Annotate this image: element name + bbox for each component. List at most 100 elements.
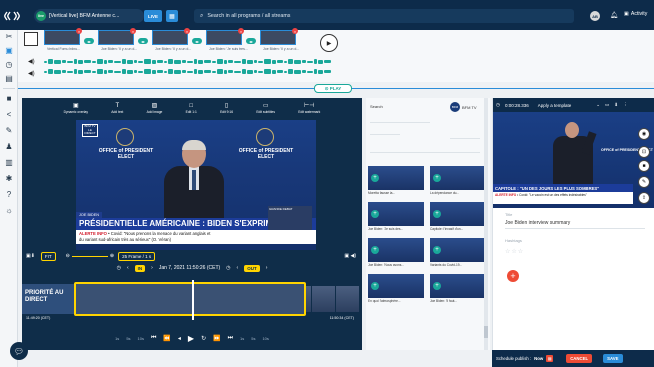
- edit-icon[interactable]: ✎: [4, 126, 14, 136]
- add-icon[interactable]: +: [433, 282, 441, 290]
- calendar-icon[interactable]: ▦: [166, 10, 178, 22]
- title-input[interactable]: Joe Biden interview summary: [505, 220, 570, 226]
- crop-icon[interactable]: ⊡: [638, 146, 650, 158]
- fps-select[interactable]: 25 Frame / 1 s: [118, 251, 156, 261]
- media-thumbnail[interactable]: + Joe Biden: 'Il faut...: [430, 274, 486, 303]
- media-thumbnail[interactable]: + Joe Biden: 'Je suis des...: [368, 202, 424, 231]
- out-button[interactable]: OUT: [244, 264, 260, 272]
- media-thumbnail[interactable]: + Moretta fausse la...: [368, 166, 424, 195]
- app-logo-icon[interactable]: [4, 8, 20, 24]
- volume-icon-2[interactable]: ◀︎): [28, 70, 35, 77]
- filter-field[interactable]: [370, 118, 430, 123]
- skip-to-start-icon[interactable]: ⏮: [151, 335, 156, 342]
- more-icon[interactable]: ⋮: [623, 102, 628, 108]
- add-icon[interactable]: +: [371, 210, 379, 218]
- bell-icon[interactable]: 🔔︎: [610, 11, 618, 19]
- gallery-icon[interactable]: ▤: [4, 74, 14, 84]
- transition-icon[interactable]: ◂▸: [84, 38, 94, 44]
- channel-filter[interactable]: BFM BFM TV: [450, 102, 477, 112]
- prev-icon-2[interactable]: ‹: [237, 265, 239, 271]
- help-icon[interactable]: ?: [4, 190, 14, 200]
- tool-edit-subtitles[interactable]: ▭ Edit subtitles: [256, 103, 275, 114]
- tool-edit-9-16[interactable]: ▯ Edit 9:16: [220, 103, 233, 114]
- transition-icon[interactable]: ◂▸: [192, 38, 202, 44]
- filter-field[interactable]: [450, 134, 480, 139]
- activity-button[interactable]: ▣ Activity: [624, 11, 647, 17]
- fast-forward-icon[interactable]: ⏩: [213, 335, 220, 342]
- skip-to-end-icon[interactable]: ⏭: [228, 335, 233, 342]
- loop-icon[interactable]: ↻: [201, 335, 206, 342]
- live-button[interactable]: LIVE: [144, 10, 162, 22]
- clock-icon[interactable]: ◷: [117, 265, 121, 271]
- clip-thumbnail[interactable]: × Joe Biden: 'Il y a un d...: [260, 28, 299, 51]
- add-icon[interactable]: +: [433, 246, 441, 254]
- close-icon[interactable]: ×: [292, 28, 298, 34]
- puzzle-icon[interactable]: ✱: [4, 174, 14, 184]
- close-icon[interactable]: ×: [238, 28, 244, 34]
- next-icon-2[interactable]: ›: [266, 265, 268, 271]
- volume-icon[interactable]: ▣ ◀︎): [344, 253, 356, 259]
- add-icon[interactable]: +: [371, 246, 379, 254]
- prev-icon[interactable]: ‹: [127, 265, 129, 271]
- edit-icon[interactable]: ✎: [638, 176, 650, 188]
- step-back-1s[interactable]: 10s: [138, 336, 144, 341]
- clip-thumbnail[interactable]: × Vertical Fomu lrdnu...: [44, 28, 82, 51]
- media-thumbnail[interactable]: + En quoi l'atmosphère...: [368, 274, 424, 303]
- add-icon[interactable]: +: [507, 270, 519, 282]
- volume-icon[interactable]: ◀︎): [28, 58, 35, 65]
- stop-icon[interactable]: ■: [638, 160, 650, 172]
- close-icon[interactable]: ×: [130, 28, 136, 34]
- scrollbar-thumb[interactable]: [484, 326, 488, 338]
- clips-icon[interactable]: ▣: [4, 46, 14, 56]
- selection-range[interactable]: [74, 282, 306, 316]
- add-icon[interactable]: +: [371, 282, 379, 290]
- video-preview[interactable]: BFM TV LE DIRECT OFFICE of PRESIDENT ELE…: [76, 120, 316, 250]
- close-icon[interactable]: ×: [76, 28, 82, 34]
- step-back-10s[interactable]: 1s: [115, 336, 119, 341]
- snapshot-icon[interactable]: ▣⬇: [26, 253, 35, 259]
- avatar[interactable]: AB: [590, 11, 600, 21]
- video-icon[interactable]: ■: [4, 94, 14, 104]
- output-preview[interactable]: OFFICE of PRESIDENT ELECT CAPITOLE : "UN…: [493, 112, 654, 208]
- download-icon[interactable]: ⬇: [614, 102, 618, 108]
- template-select[interactable]: Apply a template: [538, 103, 572, 108]
- clock-icon[interactable]: ◷: [4, 60, 14, 70]
- step-fwd-10s[interactable]: 10s: [262, 336, 268, 341]
- add-icon[interactable]: +: [433, 210, 441, 218]
- clip-thumbnail[interactable]: × Joe Biden: 'Il y a un d...: [98, 28, 137, 51]
- add-icon[interactable]: +: [371, 174, 379, 182]
- fit-button[interactable]: FIT: [40, 251, 56, 261]
- media-thumbnail[interactable]: + Capitole: l'invasif d'un...: [430, 202, 486, 231]
- chevron-down-icon[interactable]: ⌄: [596, 102, 600, 108]
- upload-icon[interactable]: ⇪: [638, 192, 650, 204]
- tool-edit-1-1[interactable]: □ Edit 1:1: [186, 103, 197, 114]
- zoom-out-icon[interactable]: ⊖: [66, 253, 70, 259]
- close-icon[interactable]: ×: [184, 28, 190, 34]
- save-button[interactable]: SAVE: [603, 354, 623, 363]
- filter-field[interactable]: [370, 130, 400, 135]
- tool-add-image[interactable]: ▨ Add image: [147, 103, 163, 114]
- scissors-icon[interactable]: ✂: [4, 32, 14, 42]
- media-thumbnail[interactable]: + Joe Biden: 'Nous avons...: [368, 238, 424, 267]
- media-thumbnail[interactable]: + La dépendance du...: [430, 166, 486, 195]
- tool-edit-watermark[interactable]: ⊢⊣ Edit watermark: [298, 103, 320, 114]
- in-button[interactable]: IN: [134, 264, 146, 272]
- step-fwd-5s[interactable]: 5s: [251, 336, 255, 341]
- camera-icon[interactable]: ◉: [638, 128, 650, 140]
- date-range-field[interactable]: [370, 148, 480, 153]
- transition-icon[interactable]: ◂▸: [138, 38, 148, 44]
- library-scrollbar[interactable]: [484, 98, 488, 350]
- playhead[interactable]: [192, 280, 194, 320]
- search-input[interactable]: ⌕ Search in all programs / all streams: [194, 9, 574, 23]
- share-icon[interactable]: <: [4, 110, 14, 120]
- step-back-5s[interactable]: 5s: [126, 336, 130, 341]
- stream-selector[interactable]: live [Vertical live] BFM Antenne c...: [34, 9, 144, 23]
- play-button[interactable]: ⊙ PLAY: [314, 84, 352, 93]
- add-clip-button[interactable]: [24, 32, 38, 46]
- rewind-icon[interactable]: ⏪: [163, 335, 170, 342]
- stats-icon[interactable]: ▥: [4, 158, 14, 168]
- calendar-icon[interactable]: ▦: [546, 355, 554, 362]
- zoom-in-icon[interactable]: ⊕: [110, 253, 114, 259]
- media-thumbnail[interactable]: + Variants du Covid-19...: [430, 238, 486, 267]
- subtitles-icon[interactable]: ▭: [605, 102, 609, 108]
